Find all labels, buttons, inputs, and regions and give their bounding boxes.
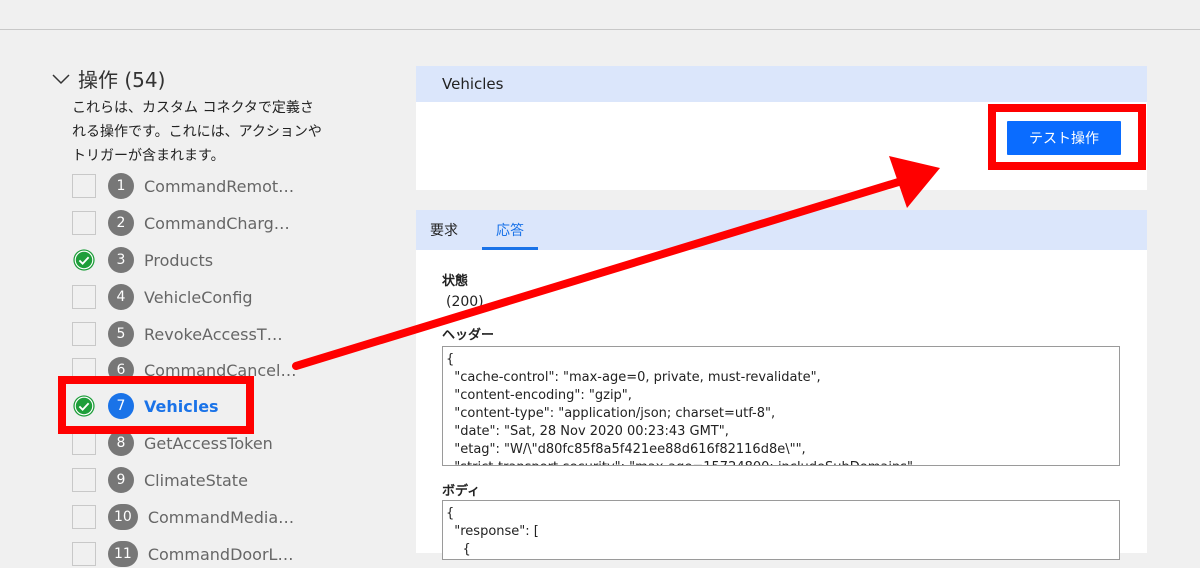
checkbox[interactable] [72, 174, 96, 198]
operation-number-badge: 4 [108, 284, 134, 310]
checkbox[interactable] [72, 285, 96, 309]
operation-title: Vehicles [416, 66, 1147, 102]
headers-textbox[interactable]: { "cache-control": "max-age=0, private, … [442, 346, 1120, 466]
annotation-box-vehicles [58, 376, 254, 434]
checkbox[interactable] [72, 542, 96, 566]
request-response-tabs: 要求 応答 [416, 210, 1147, 250]
operation-label: RevokeAccessT… [144, 324, 283, 344]
body-textbox[interactable]: { "response": [ { [442, 500, 1120, 560]
operation-item[interactable]: 2 CommandCharg… [72, 209, 312, 237]
operation-label: VehicleConfig [144, 287, 253, 307]
operation-item[interactable]: 4 VehicleConfig [72, 283, 312, 311]
operation-number-badge: 10 [108, 504, 138, 530]
operation-item[interactable]: 3 Products [72, 246, 312, 274]
tab-request[interactable]: 要求 [430, 210, 458, 250]
tab-response[interactable]: 応答 [482, 210, 538, 250]
status-label: 状態 [442, 274, 469, 289]
chevron-down-icon [52, 73, 70, 84]
operation-number-badge: 1 [108, 173, 134, 199]
checkbox[interactable] [72, 322, 96, 346]
operation-item[interactable]: 5 RevokeAccessT… [72, 320, 312, 348]
operations-header[interactable]: 操作 (54) [52, 64, 165, 93]
response-card: 要求 応答 状態 (200) ヘッダー { "cache-control": "… [416, 210, 1147, 560]
operation-label: CommandDoorL… [147, 544, 294, 564]
operation-label: CommandRemot… [144, 176, 295, 196]
checkbox[interactable] [72, 505, 96, 529]
status-value: (200) [446, 294, 484, 310]
operation-label: CommandCharg… [144, 213, 290, 233]
checkmark-icon[interactable] [72, 248, 96, 272]
operation-number-badge: 9 [108, 467, 134, 493]
operations-title: 操作 (54) [78, 68, 166, 92]
operation-number-badge: 11 [108, 541, 138, 567]
operation-item[interactable]: 1 CommandRemot… [72, 172, 312, 200]
top-divider [0, 29, 1200, 30]
body-label: ボディ [442, 484, 481, 499]
operation-number-badge: 5 [108, 321, 134, 347]
headers-label: ヘッダー [442, 328, 495, 343]
checkbox[interactable] [72, 431, 96, 455]
operation-item[interactable]: 10 CommandMedia… [72, 503, 312, 531]
operation-item[interactable]: 9 ClimateState [72, 466, 312, 494]
operation-item[interactable]: 11 CommandDoorL… [72, 540, 312, 568]
operation-label: Products [144, 250, 214, 270]
operation-number-badge: 2 [108, 210, 134, 236]
checkbox[interactable] [72, 468, 96, 492]
checkbox[interactable] [72, 211, 96, 235]
operations-description: これらは、カスタム コネクタで定義される操作です。これには、アクションやトリガー… [72, 100, 322, 164]
operation-label: ClimateState [144, 470, 248, 490]
annotation-box-test-button [988, 104, 1146, 170]
operation-label: CommandMedia… [147, 507, 295, 527]
operation-number-badge: 3 [108, 247, 134, 273]
operation-label: GetAccessToken [144, 433, 273, 453]
